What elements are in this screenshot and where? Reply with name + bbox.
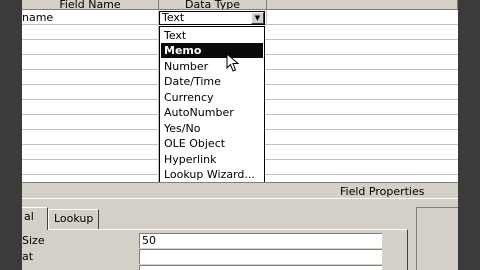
field-name-cell[interactable] (22, 115, 159, 130)
field-name-cell[interactable] (22, 145, 159, 160)
data-type-dropdown[interactable]: Text Memo Number Date/Time Currency Auto… (159, 26, 265, 184)
field-name-cell[interactable] (22, 85, 159, 100)
dropdown-button[interactable]: ▼ (251, 12, 264, 24)
property-label-format: at (22, 250, 34, 263)
field-properties-title: Field Properties (340, 185, 425, 198)
field-name-cell[interactable] (22, 40, 159, 55)
tab-general-label: al (24, 210, 34, 223)
tab-lookup-label: Lookup (54, 212, 94, 225)
table-design-window: Field Name Data Type name Text ▼ Text Me… (22, 0, 458, 270)
field-name-value: name (22, 11, 54, 24)
property-label-input-mask: ... (22, 265, 33, 270)
property-help-box (416, 207, 458, 270)
chevron-down-icon: ▼ (254, 14, 261, 22)
dropdown-item-number[interactable]: Number (161, 59, 263, 74)
dropdown-item-text[interactable]: Text (161, 28, 263, 43)
field-name-cell[interactable] (22, 130, 159, 145)
data-type-combo[interactable]: Text ▼ (159, 11, 265, 25)
tab-general[interactable]: al (22, 207, 48, 230)
property-label-size: Size (22, 234, 45, 247)
dropdown-item-lookup-wizard[interactable]: Lookup Wizard... (161, 167, 263, 182)
dropdown-item-yes-no[interactable]: Yes/No (161, 121, 263, 136)
field-size-input[interactable]: 50 (139, 233, 382, 248)
column-header-description[interactable] (267, 0, 458, 10)
dropdown-item-hyperlink[interactable]: Hyperlink (161, 152, 263, 167)
dropdown-item-ole-object[interactable]: OLE Object (161, 136, 263, 151)
field-name-cell[interactable]: name (22, 10, 159, 25)
column-header-data-type[interactable]: Data Type (159, 0, 267, 10)
field-properties-panel: al Lookup Size 50 at ... (22, 199, 458, 270)
field-name-cell[interactable] (22, 25, 159, 40)
dropdown-item-currency[interactable]: Currency (161, 90, 263, 105)
field-properties-bar: Field Properties (22, 182, 458, 199)
data-type-combo-value: Text (162, 11, 185, 24)
field-name-cell[interactable] (22, 100, 159, 115)
field-name-cell[interactable] (22, 160, 159, 175)
input-mask-input[interactable] (139, 265, 382, 270)
field-name-cell[interactable] (22, 55, 159, 70)
format-input[interactable] (139, 249, 382, 264)
screenshot-frame: Field Name Data Type name Text ▼ Text Me… (0, 0, 480, 270)
column-header-field-name-label: Field Name (59, 0, 121, 10)
column-header-data-type-label: Data Type (184, 0, 241, 10)
dropdown-item-date-time[interactable]: Date/Time (161, 74, 263, 89)
column-header-field-name[interactable]: Field Name (22, 0, 159, 10)
dropdown-item-memo[interactable]: Memo (161, 43, 263, 58)
dropdown-item-autonumber[interactable]: AutoNumber (161, 105, 263, 120)
general-tab-panel: Size 50 at ... (22, 229, 408, 270)
mouse-pointer-icon (226, 53, 240, 72)
tab-lookup[interactable]: Lookup (48, 209, 99, 229)
field-name-cell[interactable] (22, 70, 159, 85)
